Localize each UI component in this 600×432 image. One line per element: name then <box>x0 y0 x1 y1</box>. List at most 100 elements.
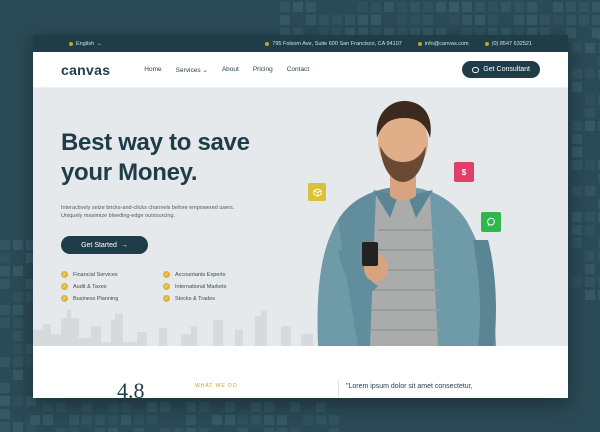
phone-info[interactable]: (0) 8547 632521 <box>485 41 532 47</box>
background-square <box>0 383 10 393</box>
background-square <box>82 415 92 425</box>
background-square <box>108 428 118 432</box>
background-square <box>585 95 595 105</box>
background-square <box>449 2 459 12</box>
background-square <box>0 396 10 406</box>
background-square <box>572 238 582 248</box>
hero-title-line2: your Money. <box>61 159 197 186</box>
background-square <box>514 2 524 12</box>
background-square <box>572 277 582 287</box>
feature-label: Business Planning <box>73 296 118 302</box>
background-square <box>585 160 595 170</box>
nav-item-about[interactable]: About <box>222 66 239 74</box>
background-square <box>475 2 485 12</box>
get-started-label: Get Started <box>81 242 117 249</box>
background-square <box>306 15 316 25</box>
background-square <box>134 428 144 432</box>
phone-icon <box>485 42 489 46</box>
background-square <box>572 186 582 196</box>
background-square <box>572 225 582 235</box>
background-square <box>82 402 92 412</box>
background-square <box>121 415 131 425</box>
feature-item: ✓ Stocks & Trades <box>163 295 265 302</box>
globe-icon <box>69 42 73 46</box>
background-square <box>585 69 595 79</box>
feature-label: Accountants Experts <box>175 272 225 278</box>
browser-window: English ⌄ 795 Folsom Ave, Suite 600 San … <box>33 35 568 398</box>
background-square <box>572 69 582 79</box>
site-logo[interactable]: canvas <box>61 62 110 78</box>
background-square <box>585 251 595 261</box>
hero-title-line1: Best way to save <box>61 129 250 156</box>
check-icon: ✓ <box>163 271 170 278</box>
hero-description: Interactively seize bricks-and-clicks ch… <box>61 204 251 220</box>
background-square <box>585 290 595 300</box>
check-icon: ✓ <box>163 295 170 302</box>
background-square <box>108 415 118 425</box>
background-square <box>553 15 563 25</box>
background-square <box>186 415 196 425</box>
background-square <box>462 15 472 25</box>
feature-label: International Markets <box>175 284 226 290</box>
background-square <box>95 428 105 432</box>
background-square <box>95 415 105 425</box>
background-square <box>306 2 316 12</box>
background-square <box>251 415 261 425</box>
background-square <box>462 2 472 12</box>
nav-item-pricing[interactable]: Pricing <box>253 66 273 74</box>
language-selector[interactable]: English ⌄ <box>69 41 102 47</box>
background-square <box>280 15 290 25</box>
background-square <box>147 402 157 412</box>
get-started-button[interactable]: Get Started → <box>61 236 148 254</box>
nav-item-services[interactable]: Services ⌄ <box>176 66 208 74</box>
background-square <box>397 15 407 25</box>
background-square <box>280 2 290 12</box>
background-square <box>0 305 10 315</box>
background-square <box>13 357 23 367</box>
background-square <box>410 2 420 12</box>
background-square <box>56 402 66 412</box>
background-square <box>527 15 537 25</box>
background-square <box>13 318 23 328</box>
background-square <box>13 370 23 380</box>
background-square <box>290 402 300 412</box>
get-consultant-button[interactable]: Get Consultant <box>462 61 540 78</box>
background-square <box>585 108 595 118</box>
nav-menu: Home Services ⌄ About Pricing Contact <box>144 66 309 74</box>
background-square <box>199 402 209 412</box>
background-square <box>345 15 355 25</box>
background-square <box>303 415 313 425</box>
background-square <box>475 15 485 25</box>
background-square <box>572 121 582 131</box>
background-square <box>449 15 459 25</box>
email-info[interactable]: info@canvas.com <box>418 41 469 47</box>
language-label: English <box>76 41 94 47</box>
background-square <box>0 318 10 328</box>
feature-item: ✓ Financial Services <box>61 271 163 278</box>
background-square <box>13 240 23 250</box>
background-square <box>264 428 274 432</box>
background-square <box>592 2 600 12</box>
background-square <box>572 147 582 157</box>
nav-item-contact[interactable]: Contact <box>287 66 309 74</box>
nav-item-home[interactable]: Home <box>144 66 161 74</box>
background-square <box>0 279 10 289</box>
background-square <box>572 43 582 53</box>
feature-list: ✓ Financial Services ✓ Accountants Experts… <box>61 271 265 302</box>
background-square <box>585 264 595 274</box>
background-square <box>134 415 144 425</box>
main-navbar: canvas Home Services ⌄ About Pricing Con… <box>33 52 568 88</box>
background-square <box>0 422 10 432</box>
feature-label: Audit & Taxes <box>73 284 107 290</box>
chevron-down-icon: ⌄ <box>97 41 102 47</box>
background-square <box>579 15 589 25</box>
chat-icon <box>472 67 479 73</box>
background-square <box>43 415 53 425</box>
get-consultant-label: Get Consultant <box>483 66 530 73</box>
background-square <box>0 357 10 367</box>
background-square <box>585 225 595 235</box>
background-square <box>56 428 66 432</box>
section-kicker: WHAT WE DO <box>195 383 238 389</box>
feature-item: ✓ Accountants Experts <box>163 271 265 278</box>
background-square <box>186 428 196 432</box>
